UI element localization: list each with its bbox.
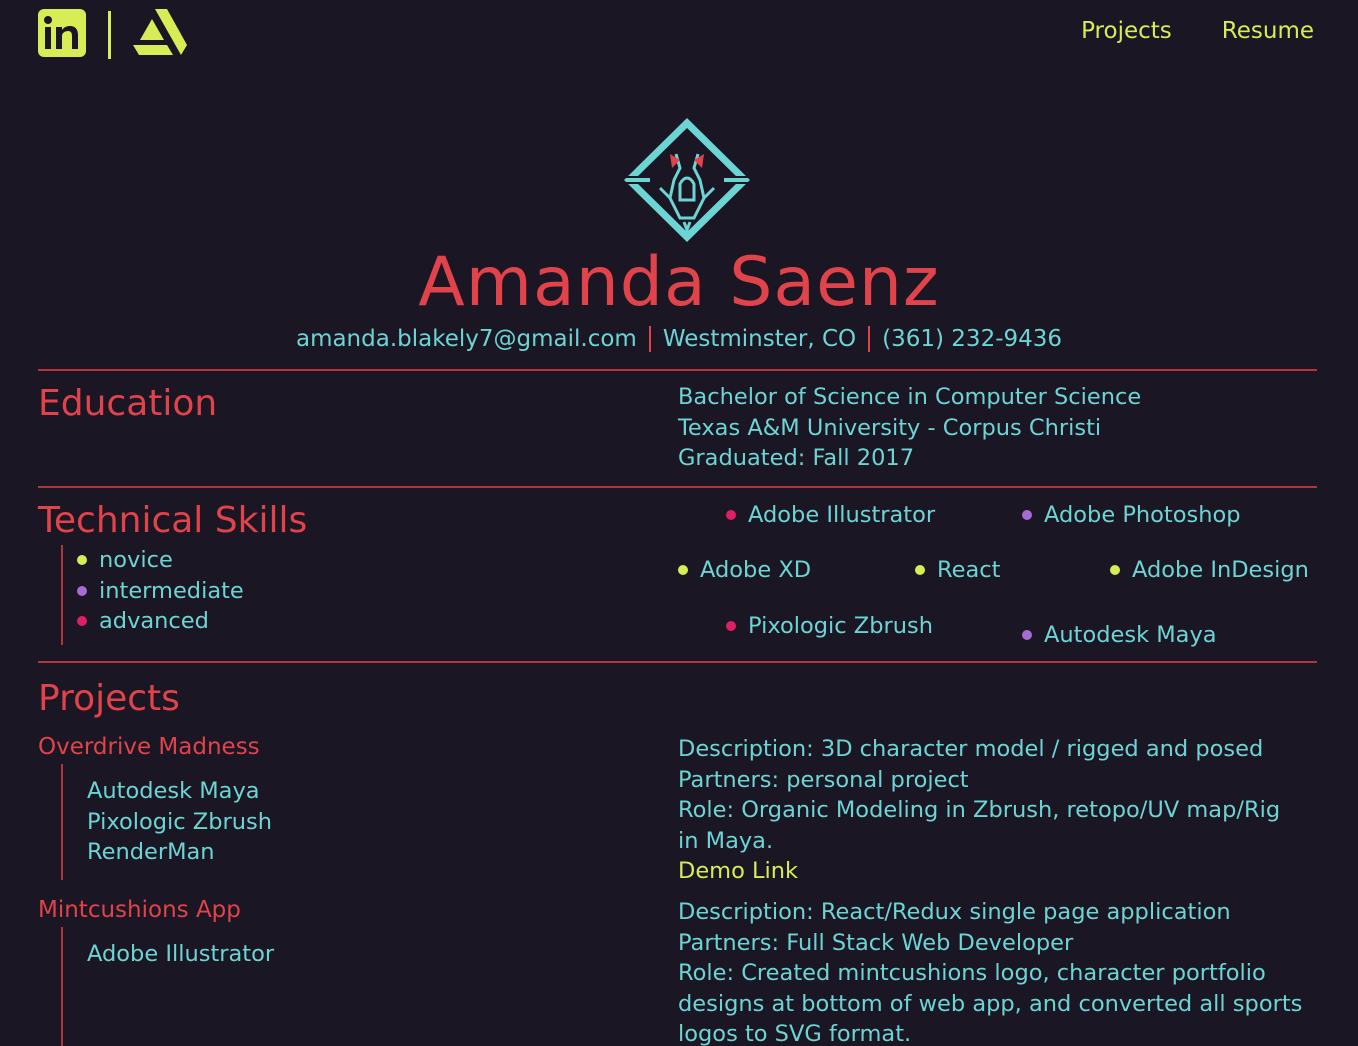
project-role: Role: Created mintcushions logo, charact… <box>678 960 1266 986</box>
intermediate-dot-icon <box>77 585 87 596</box>
email-text[interactable]: amanda.blakely7@gmail.com <box>296 326 637 352</box>
demo-link[interactable]: Demo Link <box>678 858 798 884</box>
advanced-dot-icon <box>77 616 87 627</box>
tool-item: Autodesk Maya <box>87 778 260 804</box>
skills-title: Technical Skills <box>38 500 308 541</box>
location-text: Westminster, CO <box>662 326 857 352</box>
legend-advanced: advanced <box>77 606 244 637</box>
tool-item: RenderMan <box>87 839 215 865</box>
novice-dot-icon <box>678 565 688 576</box>
skill-item: Adobe Photoshop <box>1022 500 1241 531</box>
school-text: Texas A&M University - Corpus Christi <box>678 414 1102 441</box>
project-role: designs at bottom of web app, and conver… <box>678 990 1303 1017</box>
skill-label: Adobe XD <box>700 557 812 583</box>
project-role: logos to SVG format. <box>678 1021 912 1046</box>
nav-projects[interactable]: Projects <box>1081 18 1172 44</box>
degree-text: Bachelor of Science in Computer Science <box>678 384 1142 410</box>
skill-item: Pixologic Zbrush <box>726 611 933 642</box>
project-partners: Partners: Full Stack Web Developer <box>678 929 1074 956</box>
section-divider <box>38 486 1317 488</box>
skill-label: Autodesk Maya <box>1044 622 1217 648</box>
skill-label: React <box>937 557 1001 583</box>
advanced-dot-icon <box>726 621 736 632</box>
skill-label: Adobe Illustrator <box>748 502 936 528</box>
project-tools: Adobe Illustrator <box>61 927 274 1046</box>
name-heading: Amanda Saenz <box>418 243 940 322</box>
project-description: Description: React/Redux single page app… <box>678 899 1231 925</box>
project-partners: Partners: personal project <box>678 766 969 793</box>
novice-dot-icon <box>77 555 87 566</box>
education-details: Bachelor of Science in Computer Science … <box>678 382 1141 474</box>
project-name: Mintcushions App <box>38 897 241 923</box>
contact-line: amanda.blakely7@gmail.com Westminster, C… <box>0 326 1358 352</box>
tool-item: Pixologic Zbrush <box>87 808 272 835</box>
projects-title: Projects <box>38 678 180 719</box>
advanced-dot-icon <box>726 510 736 521</box>
artstation-icon[interactable] <box>133 9 187 61</box>
tool-item: Adobe Illustrator <box>87 941 275 967</box>
skill-label: Pixologic Zbrush <box>748 613 933 639</box>
skull-diamond-logo <box>624 118 750 242</box>
contact-divider <box>868 326 871 352</box>
legend-intermediate: intermediate <box>77 576 244 607</box>
novice-dot-icon <box>1110 565 1120 576</box>
main-nav: Projects Resume <box>1081 18 1314 44</box>
nav-resume[interactable]: Resume <box>1222 18 1314 44</box>
project-details: Description: 3D character model / rigged… <box>678 734 1318 887</box>
skill-item: React <box>915 555 1000 586</box>
intermediate-dot-icon <box>1022 510 1032 521</box>
intermediate-dot-icon <box>1022 630 1032 641</box>
section-divider <box>38 369 1317 371</box>
skill-item: Autodesk Maya <box>1022 620 1217 651</box>
social-divider <box>108 11 111 59</box>
education-title: Education <box>38 383 218 424</box>
project-name: Overdrive Madness <box>38 734 260 760</box>
project-tools: Autodesk Maya Pixologic Zbrush RenderMan <box>61 764 272 880</box>
resume-page: Projects Resume Amanda Saenz amanda.blak… <box>0 0 1358 1046</box>
skill-level-legend: novice intermediate advanced <box>61 545 244 645</box>
social-links <box>38 9 187 61</box>
novice-dot-icon <box>915 565 925 576</box>
graduation-text: Graduated: Fall 2017 <box>678 445 915 471</box>
project-details: Description: React/Redux single page app… <box>678 897 1318 1046</box>
legend-label: intermediate <box>99 577 244 604</box>
project-role: in Maya. <box>678 827 774 854</box>
skill-label: Adobe InDesign <box>1132 557 1309 583</box>
skill-label: Adobe Photoshop <box>1044 502 1241 528</box>
skill-item: Adobe Illustrator <box>726 500 935 531</box>
phone-text: (361) 232-9436 <box>882 326 1063 352</box>
legend-label: novice <box>99 547 173 573</box>
linkedin-icon[interactable] <box>38 9 86 61</box>
legend-novice: novice <box>77 545 244 576</box>
skill-item: Adobe InDesign <box>1110 555 1309 586</box>
project-description: Description: 3D character model / rigged… <box>678 736 1264 762</box>
contact-divider <box>648 326 651 352</box>
project-role: Role: Organic Modeling in Zbrush, retopo… <box>678 797 1281 823</box>
section-divider <box>38 661 1317 663</box>
legend-label: advanced <box>99 608 209 634</box>
skill-item: Adobe XD <box>678 555 811 586</box>
